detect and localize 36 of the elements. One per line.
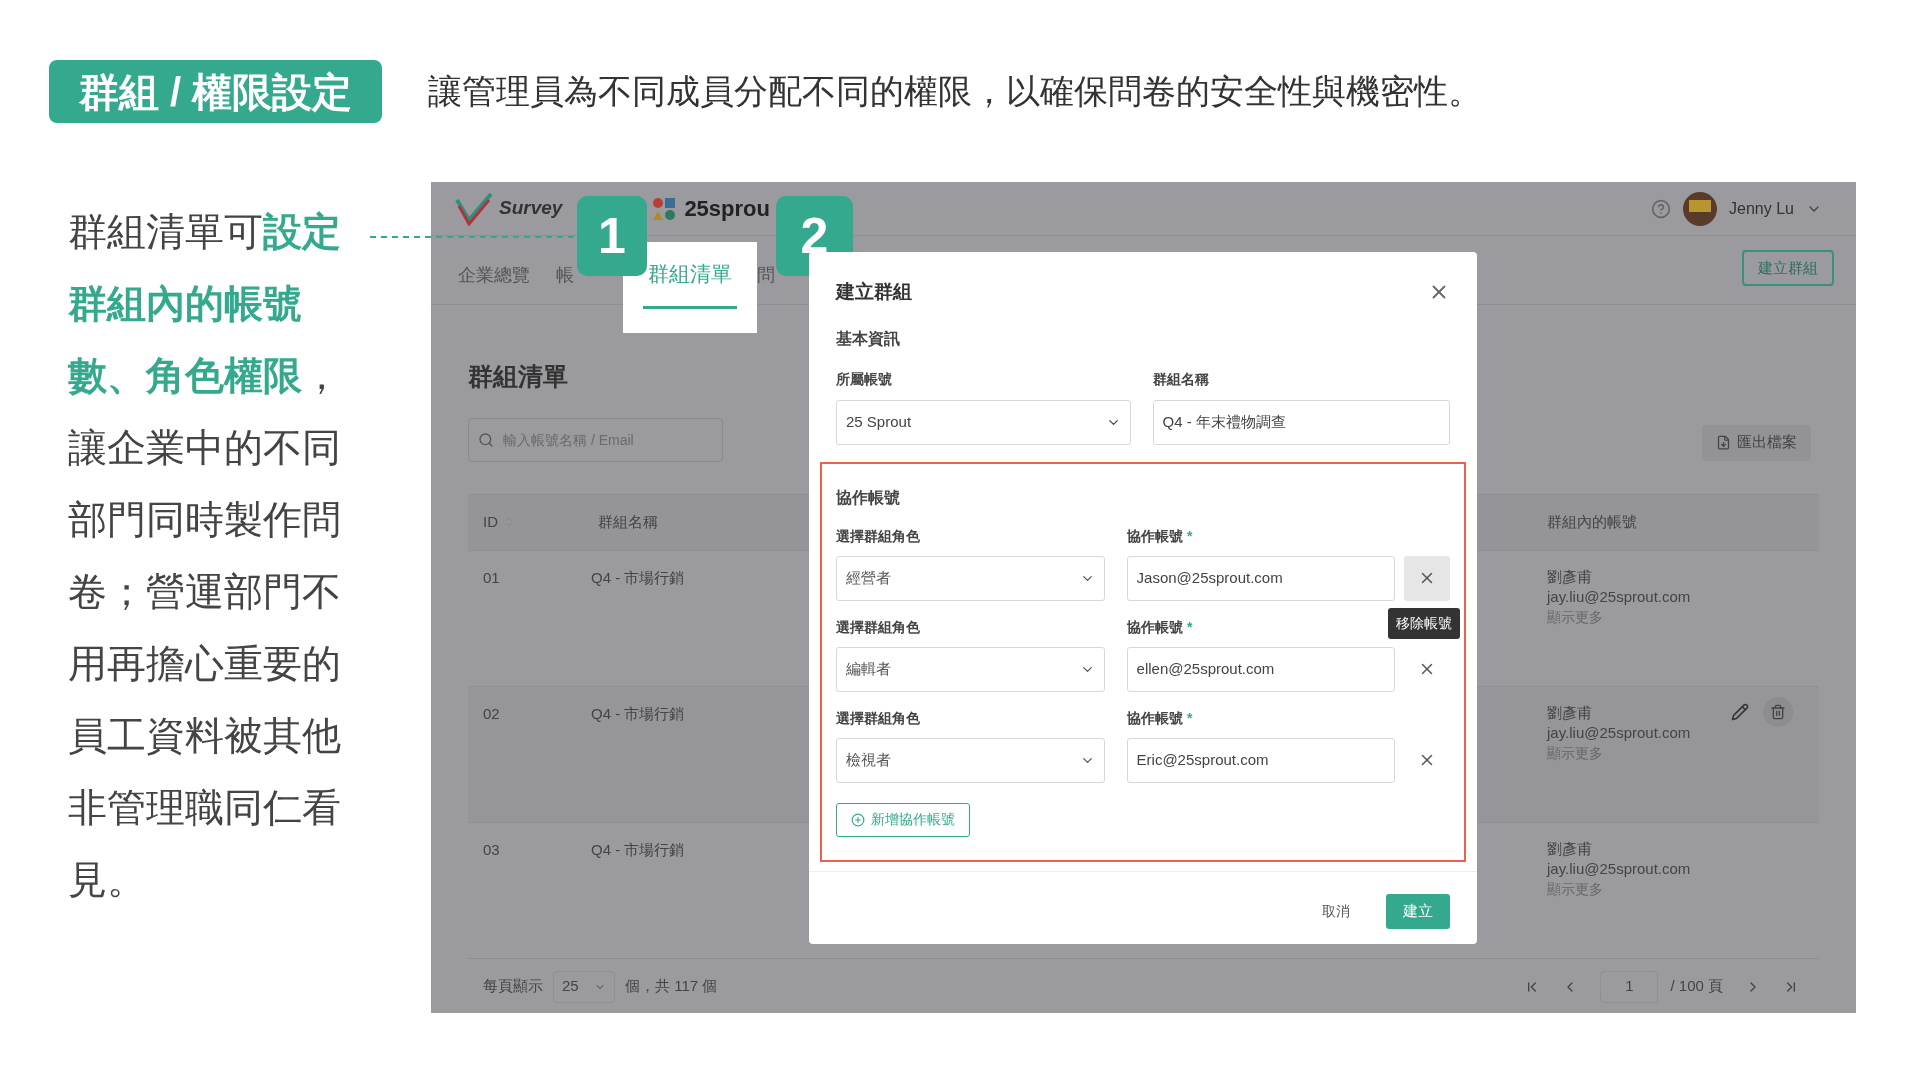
table-cell-text: 01 (483, 567, 501, 588)
member-name: 劉彥甫 (1547, 566, 1592, 587)
table-cell-text: Q4 - 市場行銷 (591, 703, 685, 724)
description: 群組清單可設定群組內的帳號數、角色權限，讓企業中的不同部門同時製作問卷；營運部門不用再擔心重要的員工資料被其他非管理職同仁看見。 (68, 209, 342, 903)
total-count: 個，共 117 個 (625, 976, 718, 997)
page-title: 群組清單 (468, 361, 568, 392)
field-label: 選擇群組角色 (836, 526, 921, 546)
page-count: / 100 頁 (1670, 976, 1723, 997)
table-cell-text: 03 (483, 839, 501, 860)
step-badge: 1 (577, 196, 647, 276)
dialog-title: 建立群組 (836, 280, 912, 304)
column-header: 群組內的帳號 (1547, 511, 1638, 532)
logo-text: Survey (499, 196, 563, 221)
member-name: 劉彥甫 (1547, 702, 1592, 723)
per-page-label: 每頁顯示 (483, 976, 543, 997)
brand-text: 25sprou (684, 195, 770, 223)
field-label: 協作帳號 * (1127, 526, 1193, 546)
headline-text: 讓管理員為不同成員分配不同的權限，以確保問卷的安全性與機密性。 (428, 71, 1483, 112)
section-title: 基本資訊 (835, 328, 901, 349)
member-email: jay.liu@25sprout.com (1547, 858, 1692, 879)
tooltip: 移除帳號 (1388, 607, 1461, 639)
field-label: 協作帳號 * (1127, 617, 1193, 637)
field-label: 選擇群組角色 (836, 708, 921, 728)
table-cell-text: Q4 - 市場行銷 (591, 839, 685, 860)
column-header: 群組名稱 (598, 511, 658, 532)
field-label: 群組名稱 (1152, 369, 1210, 389)
field-label: 協作帳號 * (1127, 708, 1193, 728)
headline-badge: 群組 / 權限設定 (49, 60, 383, 123)
table-cell-text: 02 (483, 703, 501, 724)
field-label: 選擇群組角色 (836, 617, 921, 637)
field-label: 所屬帳號 (836, 369, 893, 389)
table-cell-text: Q4 - 市場行銷 (591, 567, 685, 588)
member-name: 劉彥甫 (1547, 838, 1592, 859)
member-email: jay.liu@25sprout.com (1547, 722, 1692, 743)
member-email: jay.liu@25sprout.com (1547, 586, 1692, 607)
section-title: 協作帳號 (836, 487, 901, 508)
